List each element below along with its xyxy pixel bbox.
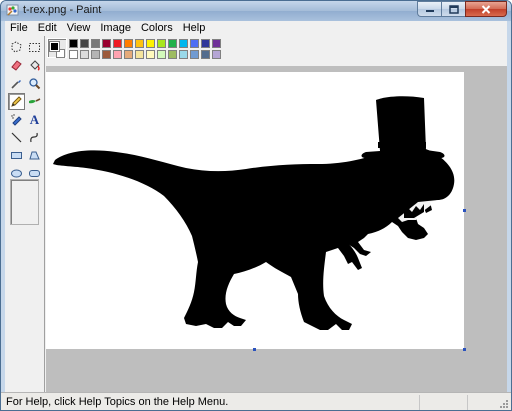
resize-handle-right-mid[interactable] — [463, 209, 466, 212]
status-bar: For Help, click Help Topics on the Help … — [1, 392, 511, 410]
maximize-button[interactable] — [441, 1, 465, 17]
tool-grid: A — [8, 39, 43, 182]
tool-text[interactable]: A — [26, 111, 43, 128]
resize-handle-bottom-mid[interactable] — [253, 348, 256, 351]
palette-swatch[interactable] — [113, 50, 122, 59]
eraser-icon — [11, 60, 22, 71]
palette-swatch[interactable] — [212, 50, 221, 59]
close-button[interactable] — [465, 1, 507, 17]
palette-swatch[interactable] — [168, 50, 177, 59]
magnifier-icon — [29, 78, 41, 90]
palette-swatch[interactable] — [201, 39, 210, 48]
menu-colors[interactable]: Colors — [136, 21, 178, 36]
palette-swatch[interactable] — [179, 50, 188, 59]
palette-swatch[interactable] — [69, 50, 78, 59]
menu-view[interactable]: View — [62, 21, 96, 36]
palette-swatch[interactable] — [102, 50, 111, 59]
palette-swatch[interactable] — [80, 50, 89, 59]
menu-bar: File Edit View Image Colors Help — [5, 21, 507, 36]
resize-grip-icon[interactable] — [498, 398, 509, 409]
tool-line[interactable] — [8, 129, 25, 146]
tool-magnifier[interactable] — [26, 75, 43, 92]
t-rex-with-top-hat-image — [53, 96, 455, 330]
tool-rectangle[interactable] — [8, 147, 25, 164]
paint-app-icon — [6, 4, 19, 16]
close-icon — [481, 4, 491, 14]
polygon-icon — [29, 151, 40, 160]
menu-file[interactable]: File — [5, 21, 33, 36]
tool-eraser[interactable] — [8, 57, 25, 74]
airbrush-icon — [11, 114, 22, 126]
title-bar[interactable]: t-rex.png - Paint — [1, 1, 511, 21]
palette-swatch[interactable] — [135, 50, 144, 59]
palette-swatch[interactable] — [91, 39, 100, 48]
palette-swatch[interactable] — [179, 39, 188, 48]
palette-swatch[interactable] — [91, 50, 100, 59]
tool-box: A — [5, 36, 45, 392]
tool-pick-color[interactable] — [8, 75, 25, 92]
free-form-select-icon — [11, 41, 22, 53]
drawing-canvas[interactable] — [46, 72, 466, 351]
tool-select[interactable] — [26, 39, 43, 56]
tool-airbrush[interactable] — [8, 111, 25, 128]
tool-options-box[interactable] — [10, 179, 39, 225]
tool-polygon[interactable] — [26, 147, 43, 164]
minimize-icon — [425, 10, 434, 12]
caption-buttons — [417, 1, 507, 19]
palette-swatch[interactable] — [190, 39, 199, 48]
resize-handle-bottom-right[interactable] — [463, 348, 466, 351]
palette-swatch[interactable] — [212, 39, 221, 48]
rectangle-icon — [11, 152, 22, 159]
client-area: A — [5, 36, 507, 392]
palette-swatch[interactable] — [124, 50, 133, 59]
window-title: t-rex.png - Paint — [23, 4, 102, 16]
text-icon: A — [29, 112, 40, 127]
foreground-color-swatch[interactable] — [49, 41, 60, 52]
menu-image[interactable]: Image — [95, 21, 136, 36]
palette-swatch[interactable] — [168, 39, 177, 48]
palette-swatch[interactable] — [135, 39, 144, 48]
palette-swatch[interactable] — [146, 39, 155, 48]
tool-curve[interactable] — [26, 129, 43, 146]
palette-swatch[interactable] — [146, 50, 155, 59]
palette-swatch[interactable] — [157, 39, 166, 48]
status-divider — [467, 395, 468, 410]
palette-swatch[interactable] — [113, 39, 122, 48]
palette-swatch[interactable] — [190, 50, 199, 59]
maximize-icon — [448, 4, 459, 14]
status-help-text: For Help, click Help Topics on the Help … — [6, 396, 229, 408]
curve-icon — [30, 132, 38, 143]
pencil-icon — [11, 96, 22, 107]
palette-swatch[interactable] — [201, 50, 210, 59]
menu-help[interactable]: Help — [178, 21, 211, 36]
status-divider — [419, 395, 420, 410]
palette-swatch[interactable] — [102, 39, 111, 48]
paint-window: t-rex.png - Paint File Edit View Image C… — [0, 0, 512, 411]
line-icon — [11, 132, 22, 143]
select-icon — [29, 43, 40, 52]
canvas-viewport — [46, 66, 507, 392]
palette-swatch[interactable] — [80, 39, 89, 48]
palette-swatch[interactable] — [69, 39, 78, 48]
tool-brush[interactable] — [26, 93, 43, 110]
current-colors[interactable] — [47, 38, 67, 58]
fill-bucket-icon — [30, 60, 40, 71]
palette-swatches — [69, 39, 221, 59]
pick-color-icon — [11, 80, 21, 89]
menu-edit[interactable]: Edit — [33, 21, 62, 36]
tool-free-form-select[interactable] — [8, 39, 25, 56]
minimize-button[interactable] — [417, 1, 441, 17]
tool-pencil[interactable] — [8, 93, 25, 110]
tool-fill[interactable] — [26, 57, 43, 74]
brush-icon — [29, 98, 41, 104]
palette-swatch[interactable] — [157, 50, 166, 59]
palette-swatch[interactable] — [124, 39, 133, 48]
